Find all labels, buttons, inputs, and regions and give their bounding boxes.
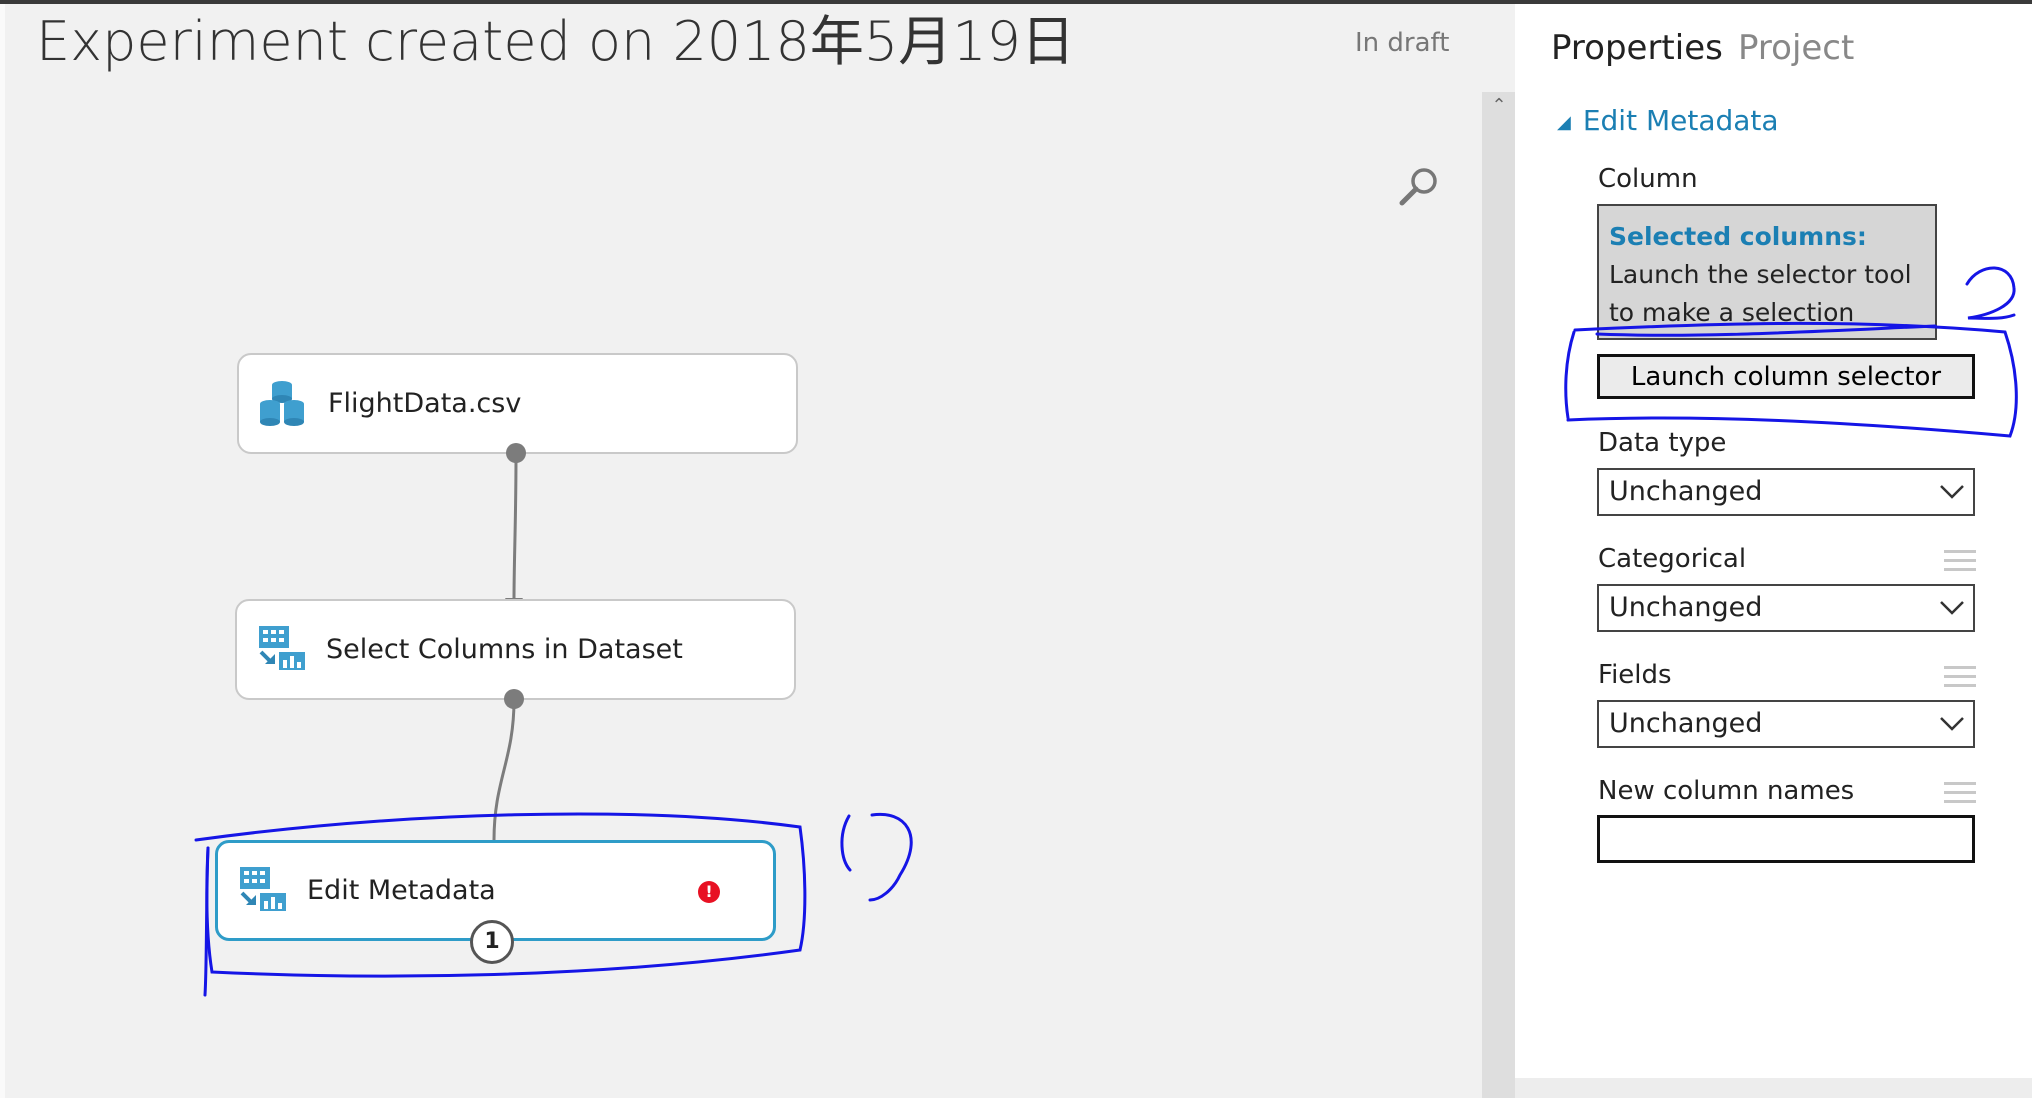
section-title: Edit Metadata xyxy=(1582,104,1779,137)
selected-columns-box: Selected columns: Launch the selector to… xyxy=(1597,204,1937,340)
section-edit-metadata[interactable]: ◢ Edit Metadata xyxy=(1557,104,1779,137)
fields-value: Unchanged xyxy=(1609,708,1763,739)
experiment-title[interactable]: Experiment created on 2018年5月19日 xyxy=(36,4,1075,74)
chevron-down-icon xyxy=(1940,485,1964,499)
tab-properties[interactable]: Properties xyxy=(1551,28,1723,68)
chevron-down-icon xyxy=(1940,601,1964,615)
collapse-triangle-icon: ◢ xyxy=(1557,112,1571,133)
select-columns-icon xyxy=(257,624,307,676)
module-select-columns[interactable]: Select Columns in Dataset xyxy=(235,599,796,700)
data-type-value: Unchanged xyxy=(1609,476,1763,507)
new-column-names-label: New column names xyxy=(1598,776,1855,806)
module-badge: 1 xyxy=(470,920,514,964)
new-column-names-input[interactable] xyxy=(1597,815,1975,863)
drag-handle-icon[interactable] xyxy=(1944,550,1976,576)
fields-dropdown[interactable]: Unchanged xyxy=(1597,700,1975,748)
categorical-label: Categorical xyxy=(1598,544,1747,574)
draft-status: In draft xyxy=(1355,28,1450,58)
scroll-up-icon[interactable]: ⌃ xyxy=(1489,96,1509,116)
properties-panel xyxy=(1515,4,2032,1078)
module-label: Select Columns in Dataset xyxy=(326,634,683,665)
column-label: Column xyxy=(1598,164,1698,194)
drag-handle-icon[interactable] xyxy=(1944,666,1976,692)
module-label: FlightData.csv xyxy=(328,388,522,419)
dataset-icon xyxy=(257,377,307,431)
output-port[interactable] xyxy=(504,689,524,709)
drag-handle-icon[interactable] xyxy=(1944,782,1976,808)
fields-label: Fields xyxy=(1598,660,1672,690)
data-type-dropdown[interactable]: Unchanged xyxy=(1597,468,1975,516)
selected-columns-text: Launch the selector tool to make a selec… xyxy=(1609,260,1912,327)
edit-metadata-icon xyxy=(238,865,288,917)
canvas-scrollbar[interactable] xyxy=(1482,92,1515,1098)
chevron-down-icon xyxy=(1940,717,1964,731)
output-port[interactable] xyxy=(506,443,526,463)
search-icon[interactable] xyxy=(1393,163,1443,213)
categorical-value: Unchanged xyxy=(1609,592,1763,623)
tab-project[interactable]: Project xyxy=(1738,28,1854,68)
error-icon[interactable]: ! xyxy=(698,881,720,903)
launch-column-selector-button[interactable]: Launch column selector xyxy=(1597,354,1975,399)
module-label: Edit Metadata xyxy=(307,875,496,906)
module-flightdata[interactable]: FlightData.csv xyxy=(237,353,798,454)
selected-columns-title: Selected columns: xyxy=(1609,222,1867,251)
properties-panel-footer xyxy=(1515,1078,2032,1098)
categorical-dropdown[interactable]: Unchanged xyxy=(1597,584,1975,632)
data-type-label: Data type xyxy=(1598,428,1727,458)
